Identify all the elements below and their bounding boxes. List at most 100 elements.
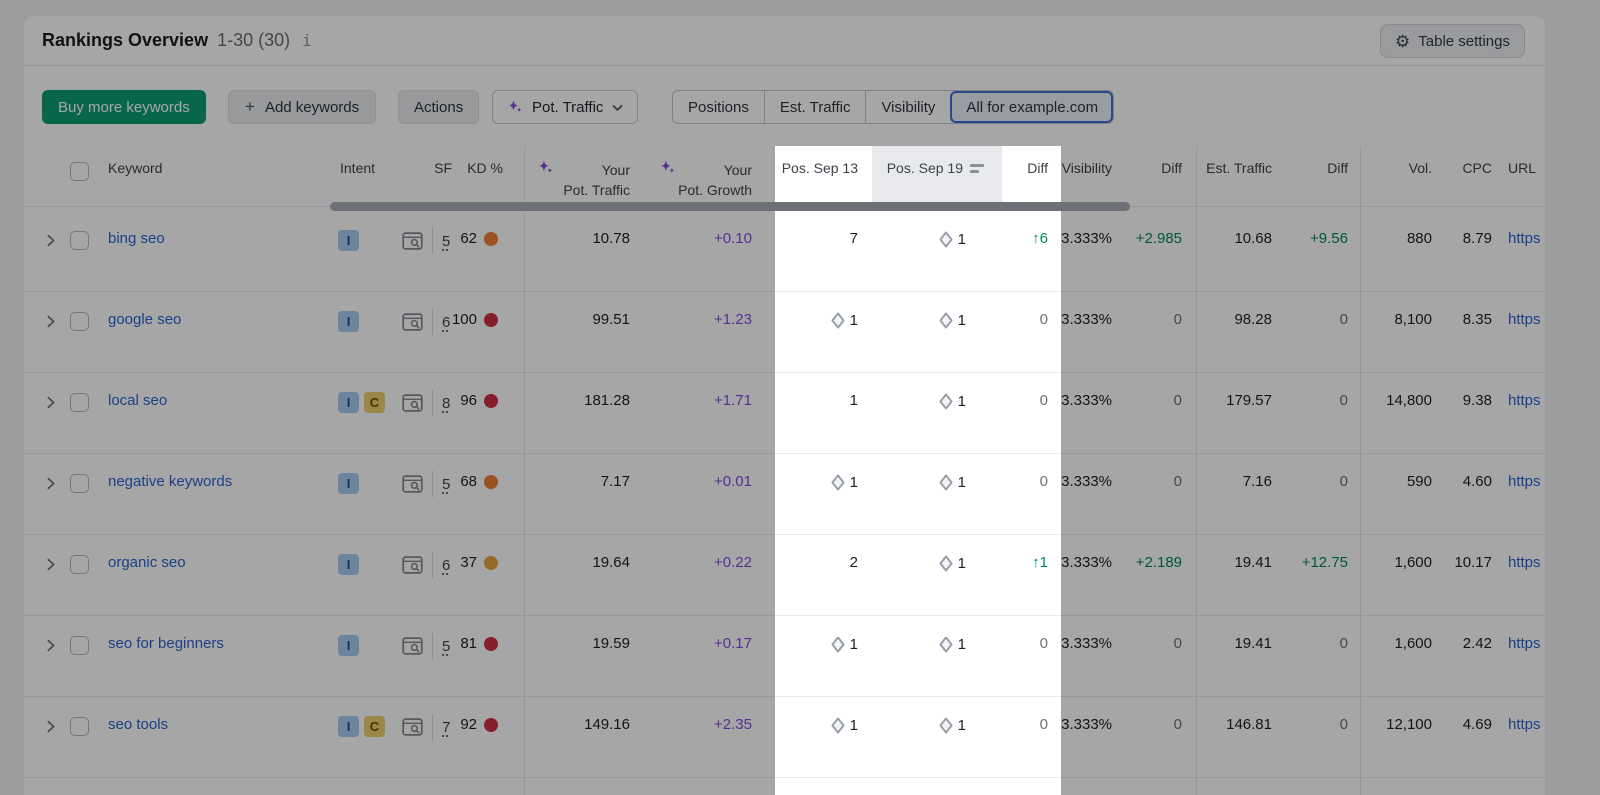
- intent-badge-c: C: [364, 392, 385, 413]
- visibility-diff-value: +2.985: [1136, 230, 1182, 247]
- sf-count[interactable]: 6: [442, 314, 450, 331]
- intent-badge-i: I: [338, 554, 359, 575]
- row-expand-chevron-icon[interactable]: [44, 719, 58, 738]
- column-header-cpc[interactable]: CPC: [1462, 160, 1492, 176]
- sf-count[interactable]: 5: [442, 638, 450, 655]
- volume-value: 590: [1407, 473, 1432, 490]
- pos-sep19-value: 1: [938, 311, 966, 330]
- row-expand-chevron-icon[interactable]: [44, 476, 58, 495]
- position-number: 1: [958, 393, 966, 410]
- column-header-est-traffic-diff[interactable]: Diff: [1327, 160, 1348, 176]
- column-header-url[interactable]: URL: [1508, 160, 1536, 176]
- visibility-value: 3.333%: [1061, 635, 1112, 652]
- sf-count[interactable]: 5: [442, 476, 450, 493]
- visibility-diff-value: 0: [1174, 716, 1182, 733]
- panel-header: Rankings Overview 1-30 (30) i ⚙ Table se…: [24, 16, 1545, 66]
- table-header: Keyword Intent SF KD % Your Pot. Traffic…: [24, 146, 1545, 207]
- visibility-diff-value: 0: [1174, 635, 1182, 652]
- position-number: 1: [850, 636, 858, 653]
- row-expand-chevron-icon[interactable]: [44, 638, 58, 657]
- sf-count[interactable]: 6: [442, 557, 450, 574]
- row-checkbox[interactable]: [70, 393, 89, 412]
- table-settings-label: Table settings: [1418, 33, 1510, 50]
- intent-badges: I: [338, 473, 359, 494]
- table-row: seo toolsIC792149.16+2.351103.333%0146.8…: [24, 697, 1545, 778]
- column-header-pot-traffic-line2: Pot. Traffic: [563, 180, 630, 200]
- row-expand-chevron-icon[interactable]: [44, 557, 58, 576]
- column-header-pot-traffic[interactable]: Your Pot. Traffic: [563, 160, 630, 200]
- keyword-link[interactable]: organic seo: [108, 554, 186, 571]
- column-header-kd[interactable]: KD %: [467, 160, 503, 176]
- segment-all-for-example-com[interactable]: All for example.com: [950, 91, 1113, 123]
- row-checkbox[interactable]: [70, 474, 89, 493]
- row-expand-chevron-icon[interactable]: [44, 314, 58, 333]
- buy-more-keywords-button[interactable]: Buy more keywords: [42, 90, 206, 124]
- row-checkbox[interactable]: [70, 717, 89, 736]
- sf-count[interactable]: 7: [442, 719, 450, 736]
- keyword-link[interactable]: bing seo: [108, 230, 165, 247]
- pos-sep13-value: 7: [850, 230, 858, 247]
- table-row-partial: [24, 778, 1545, 795]
- select-all-checkbox[interactable]: [70, 162, 89, 181]
- keyword-link[interactable]: seo for beginners: [108, 635, 224, 652]
- est-traffic-value: 7.16: [1243, 473, 1272, 490]
- url-link[interactable]: https: [1508, 473, 1541, 490]
- divider: [432, 552, 433, 578]
- est-traffic-diff-value: +9.56: [1310, 230, 1348, 247]
- pos-diff-value: 0: [1040, 311, 1048, 328]
- actions-button[interactable]: Actions: [398, 90, 479, 124]
- column-header-est-traffic[interactable]: Est. Traffic: [1206, 160, 1272, 176]
- keyword-link[interactable]: negative keywords: [108, 473, 232, 490]
- keyword-link[interactable]: seo tools: [108, 716, 168, 733]
- position-number: 1: [958, 717, 966, 734]
- serp-features-icon: [402, 394, 423, 412]
- segment-positions[interactable]: Positions: [673, 91, 764, 123]
- table-settings-button[interactable]: ⚙ Table settings: [1380, 24, 1525, 58]
- url-link[interactable]: https: [1508, 311, 1541, 328]
- column-header-pot-growth-line1: Your: [724, 160, 752, 180]
- intent-badge-i: I: [338, 230, 359, 251]
- url-link[interactable]: https: [1508, 392, 1541, 409]
- table-row: negative keywordsI5687.17+0.011103.333%0…: [24, 454, 1545, 535]
- row-checkbox[interactable]: [70, 555, 89, 574]
- segment-visibility[interactable]: Visibility: [865, 91, 950, 123]
- intent-badge-i: I: [338, 473, 359, 494]
- row-expand-chevron-icon[interactable]: [44, 395, 58, 414]
- column-header-visibility-diff[interactable]: Diff: [1161, 160, 1182, 176]
- position-number: 1: [958, 312, 966, 329]
- url-link[interactable]: https: [1508, 554, 1541, 571]
- url-link[interactable]: https: [1508, 716, 1541, 733]
- column-header-visibility[interactable]: Visibility: [1062, 160, 1112, 176]
- keyword-link[interactable]: local seo: [108, 392, 167, 409]
- sf-count[interactable]: 5: [442, 233, 450, 250]
- column-header-pot-growth[interactable]: Your Pot. Growth: [678, 160, 752, 200]
- intent-badge-i: I: [338, 311, 359, 332]
- pos-diff-value: 0: [1040, 716, 1048, 733]
- column-header-pos-diff[interactable]: Diff: [1027, 160, 1048, 176]
- info-icon[interactable]: i: [302, 31, 312, 50]
- column-header-pos-sep19[interactable]: Pos. Sep 19: [887, 160, 984, 176]
- add-keywords-button[interactable]: + Add keywords: [228, 90, 376, 124]
- horizontal-scrollbar-thumb[interactable]: [330, 202, 1130, 211]
- sf-count[interactable]: 8: [442, 395, 450, 412]
- column-header-keyword[interactable]: Keyword: [108, 160, 162, 176]
- serp-feature-position-icon: [938, 716, 954, 735]
- keyword-link[interactable]: google seo: [108, 311, 181, 328]
- pos-sep19-value: 1: [938, 635, 966, 654]
- serp-features-icon: [402, 475, 423, 493]
- page-title: Rankings Overview: [42, 30, 208, 51]
- row-checkbox[interactable]: [70, 231, 89, 250]
- serp-features-icon: [402, 232, 423, 250]
- url-link[interactable]: https: [1508, 635, 1541, 652]
- segment-est-traffic[interactable]: Est. Traffic: [764, 91, 866, 123]
- metric-dropdown[interactable]: Pot. Traffic: [492, 90, 638, 124]
- row-expand-chevron-icon[interactable]: [44, 233, 58, 252]
- column-header-intent[interactable]: Intent: [340, 160, 375, 176]
- column-header-sf[interactable]: SF: [434, 160, 452, 176]
- column-header-volume[interactable]: Vol.: [1409, 160, 1432, 176]
- row-checkbox[interactable]: [70, 636, 89, 655]
- url-link[interactable]: https: [1508, 230, 1541, 247]
- column-header-pos-sep13[interactable]: Pos. Sep 13: [782, 160, 858, 176]
- row-checkbox[interactable]: [70, 312, 89, 331]
- serp-feature-position-icon: [938, 311, 954, 330]
